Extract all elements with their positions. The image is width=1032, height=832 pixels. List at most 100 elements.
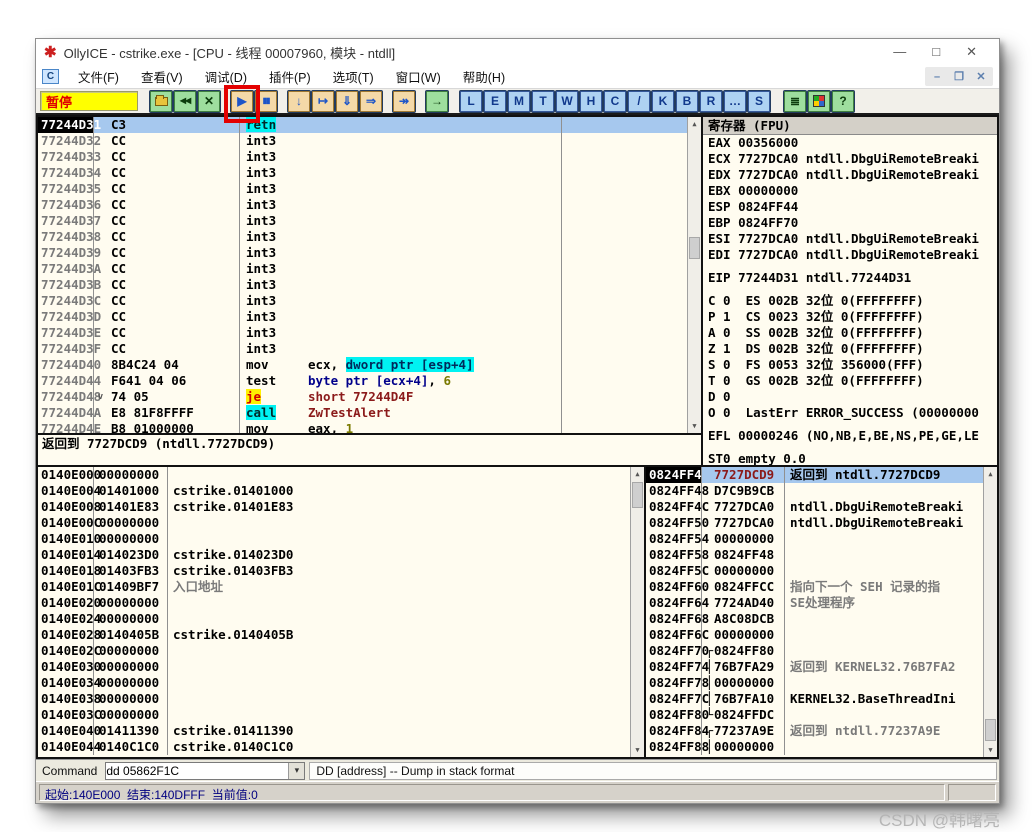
register-line[interactable]: S 0 FS 0053 32位 356000(FFF) — [703, 357, 997, 373]
dump-scrollbar[interactable]: ▲ ▼ — [630, 467, 644, 757]
dump-row[interactable]: 0140E0440140C1C0cstrike.0140C1C0 — [38, 739, 644, 755]
letter-button-M[interactable]: M — [508, 91, 530, 112]
letter-button-K[interactable]: K — [652, 91, 674, 112]
stack-row[interactable]: 0824FF74│76B7FA29返回到 KERNEL32.76B7FA2 — [646, 659, 997, 675]
disasm-row[interactable]: 77244D4EB8 01000000moveax, 1 — [38, 421, 701, 433]
dump-row[interactable]: 0140E00801401E83cstrike.01401E83 — [38, 499, 644, 515]
disasm-row[interactable]: 77244D32CCint3 — [38, 133, 701, 149]
scroll-down-icon[interactable]: ▼ — [984, 743, 997, 757]
register-line[interactable]: ESP 0824FF44 — [703, 199, 997, 215]
animate-over-button[interactable]: ⇒ — [360, 91, 382, 112]
scroll-up-icon[interactable]: ▲ — [688, 117, 701, 131]
letter-button-H[interactable]: H — [580, 91, 602, 112]
menu-item[interactable]: 调试(D) — [196, 65, 256, 88]
letter-button-L[interactable]: L — [460, 91, 482, 112]
stack-row[interactable]: 0824FF84┌77237A9E返回到 ntdll.77237A9E — [646, 723, 997, 739]
dump-row[interactable]: 0140E03000000000 — [38, 659, 644, 675]
register-line[interactable]: EDX 7727DCA0 ntdll.DbgUiRemoteBreaki — [703, 167, 997, 183]
dump-row[interactable]: 0140E02C00000000 — [38, 643, 644, 659]
register-line[interactable]: T 0 GS 002B 32位 0(FFFFFFFF) — [703, 373, 997, 389]
letter-button-R[interactable]: R — [700, 91, 722, 112]
dump-row[interactable]: 0140E01000000000 — [38, 531, 644, 547]
menu-item[interactable]: 窗口(W) — [387, 65, 450, 88]
dump-row[interactable]: 0140E02400000000 — [38, 611, 644, 627]
stack-row[interactable]: 0824FF447727DCD9返回到 ntdll.7727DCD9 — [646, 467, 997, 483]
dump-row[interactable]: 0140E01801403FB3cstrike.01403FB3 — [38, 563, 644, 579]
letter-button-E[interactable]: E — [484, 91, 506, 112]
stack-row[interactable]: 0824FF4C7727DCA0ntdll.DbgUiRemoteBreaki — [646, 499, 997, 515]
disasm-row[interactable]: 77244D3FCCint3 — [38, 341, 701, 357]
disasm-row[interactable]: 77244D38CCint3 — [38, 229, 701, 245]
disasm-row[interactable]: 77244D3CCCint3 — [38, 293, 701, 309]
appearance-button[interactable] — [808, 91, 830, 112]
disasm-row[interactable]: 77244D48v74 05jeshort 77244D4F — [38, 389, 701, 405]
register-line[interactable]: EDI 7727DCA0 ntdll.DbgUiRemoteBreaki — [703, 247, 997, 263]
scroll-down-icon[interactable]: ▼ — [688, 419, 701, 433]
dump-row[interactable]: 0140E0280140405Bcstrike.0140405B — [38, 627, 644, 643]
register-line[interactable]: EIP 77244D31 ntdll.77244D31 — [703, 270, 997, 286]
help-button[interactable]: ? — [832, 91, 854, 112]
register-line[interactable]: O 0 LastErr ERROR_SUCCESS (00000000 — [703, 405, 997, 421]
restart-button[interactable]: ◀◀ — [174, 91, 196, 112]
go-to-address-button[interactable]: → — [426, 91, 448, 112]
stack-row[interactable]: 0824FF70┌0824FF80 — [646, 643, 997, 659]
letter-button-/[interactable]: / — [628, 91, 650, 112]
stack-row[interactable]: 0824FF48D7C9B9CB — [646, 483, 997, 499]
scroll-down-icon[interactable]: ▼ — [631, 743, 644, 757]
register-line[interactable]: P 1 CS 0023 32位 0(FFFFFFFF) — [703, 309, 997, 325]
disasm-row[interactable]: 77244D3ECCint3 — [38, 325, 701, 341]
dump-row[interactable]: 0140E014014023D0cstrike.014023D0 — [38, 547, 644, 563]
letter-button-T[interactable]: T — [532, 91, 554, 112]
menu-item[interactable]: 查看(V) — [132, 65, 192, 88]
stack-row[interactable]: 0824FF600824FFCC指向下一个 SEH 记录的指 — [646, 579, 997, 595]
menu-item[interactable]: 插件(P) — [260, 65, 320, 88]
letter-button-C[interactable]: C — [604, 91, 626, 112]
disasm-row[interactable]: 77244D3BCCint3 — [38, 277, 701, 293]
disasm-row[interactable]: 77244D34CCint3 — [38, 165, 701, 181]
register-line[interactable]: ECX 7727DCA0 ntdll.DbgUiRemoteBreaki — [703, 151, 997, 167]
dropdown-arrow-icon[interactable]: ▾ — [288, 763, 304, 779]
register-line[interactable]: D 0 — [703, 389, 997, 405]
run-button[interactable]: ▶ — [231, 91, 253, 112]
dump-row[interactable]: 0140E03800000000 — [38, 691, 644, 707]
register-line[interactable]: Z 1 DS 002B 32位 0(FFFFFFFF) — [703, 341, 997, 357]
stack-row[interactable]: 0824FF6C00000000 — [646, 627, 997, 643]
step-into-button[interactable]: ↓ — [288, 91, 310, 112]
maximize-icon[interactable]: □ — [932, 44, 940, 60]
stack-row[interactable]: 0824FF647724AD40SE处理程序 — [646, 595, 997, 611]
stack-row[interactable]: 0824FF7C│76B7FA10KERNEL32.BaseThreadIni — [646, 691, 997, 707]
command-input[interactable] — [106, 764, 288, 778]
stack-row[interactable]: 0824FF580824FF48 — [646, 547, 997, 563]
dump-row[interactable]: 0140E04001411390cstrike.01411390 — [38, 723, 644, 739]
letter-button-B[interactable]: B — [676, 91, 698, 112]
register-line[interactable]: ESI 7727DCA0 ntdll.DbgUiRemoteBreaki — [703, 231, 997, 247]
letter-button-W[interactable]: W — [556, 91, 578, 112]
disasm-row[interactable]: 77244D3DCCint3 — [38, 309, 701, 325]
disasm-scrollbar[interactable]: ▲ ▼ — [687, 117, 701, 433]
dump-row[interactable]: 0140E03C00000000 — [38, 707, 644, 723]
letter-button-…[interactable]: … — [724, 91, 746, 112]
dump-row[interactable]: 0140E03400000000 — [38, 675, 644, 691]
mdi-minimize-icon[interactable]: – — [927, 68, 947, 85]
close-icon[interactable]: ✕ — [966, 44, 977, 60]
disasm-row[interactable]: 77244D35CCint3 — [38, 181, 701, 197]
disasm-row[interactable]: 77244D33CCint3 — [38, 149, 701, 165]
disasm-row[interactable]: 77244D44F641 04 06testbyte ptr [ecx+4], … — [38, 373, 701, 389]
disasm-row[interactable]: 77244D39CCint3 — [38, 245, 701, 261]
register-line[interactable]: C 0 ES 002B 32位 0(FFFFFFFF) — [703, 293, 997, 309]
dump-row[interactable]: 0140E02000000000 — [38, 595, 644, 611]
stack-row[interactable]: 0824FF80└0824FFDC — [646, 707, 997, 723]
stack-scrollbar[interactable]: ▲ ▼ — [983, 467, 997, 757]
open-file-button[interactable] — [150, 91, 172, 112]
stack-row[interactable]: 0824FF68A8C08DCB — [646, 611, 997, 627]
register-line[interactable]: EBP 0824FF70 — [703, 215, 997, 231]
scroll-up-icon[interactable]: ▲ — [631, 467, 644, 481]
execute-till-return-button[interactable]: ↠ — [393, 91, 415, 112]
dump-row[interactable]: 0140E00401401000cstrike.01401000 — [38, 483, 644, 499]
stack-row[interactable]: 0824FF88│00000000 — [646, 739, 997, 755]
stack-row[interactable]: 0824FF5C00000000 — [646, 563, 997, 579]
close-program-button[interactable]: ✕ — [198, 91, 220, 112]
mdi-close-icon[interactable]: ✕ — [971, 68, 991, 85]
breakpoints-window-button[interactable]: ≣ — [784, 91, 806, 112]
stack-row[interactable]: 0824FF5400000000 — [646, 531, 997, 547]
